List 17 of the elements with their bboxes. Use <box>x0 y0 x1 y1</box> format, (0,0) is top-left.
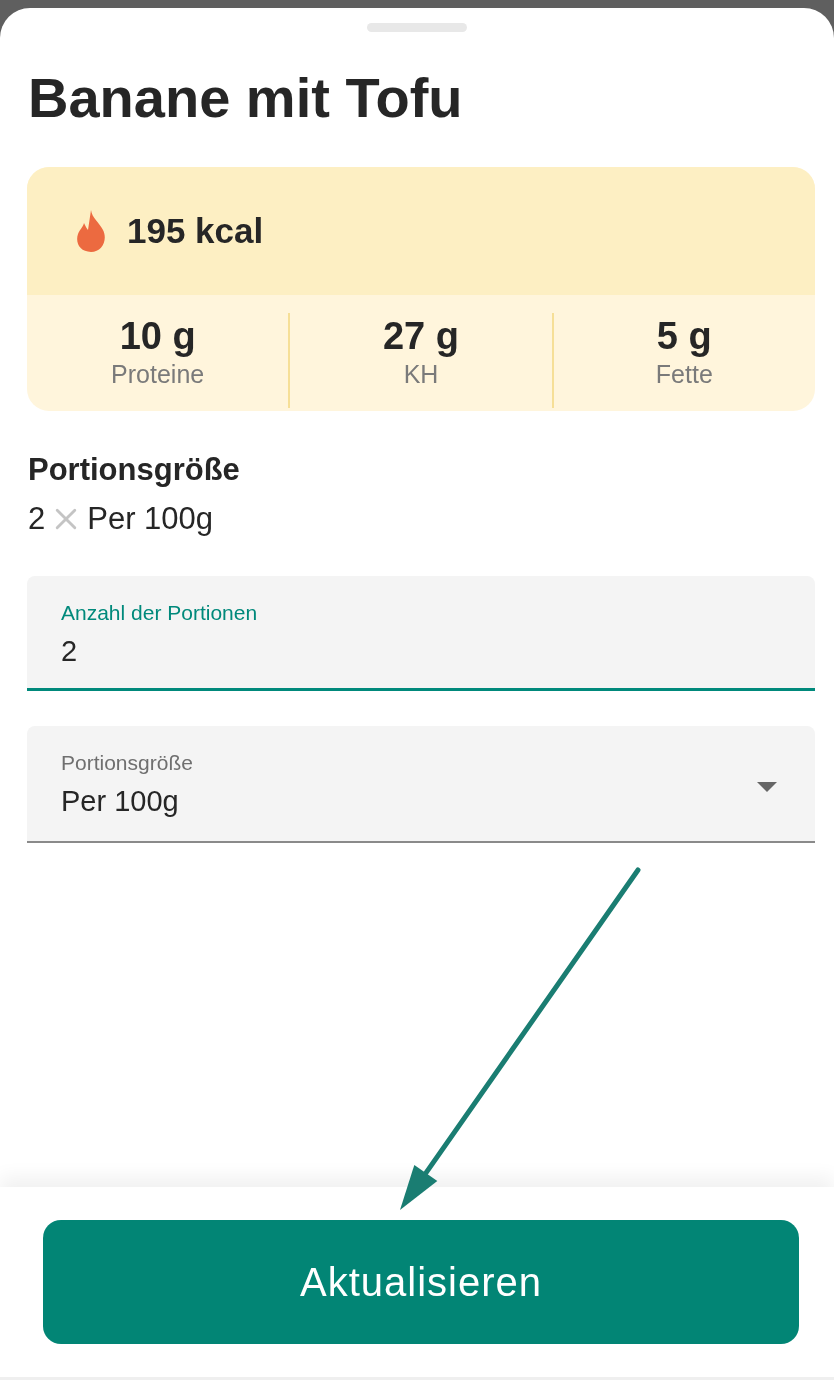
macro-label: Fette <box>655 359 713 389</box>
serving-heading: Portionsgröße <box>28 451 240 489</box>
flame-icon <box>75 210 107 252</box>
dropdown-field[interactable]: Portionsgröße Per 100g <box>27 726 815 843</box>
input-field[interactable]: Anzahl der Portionen 2 <box>27 576 815 691</box>
serving-count: 2 <box>28 500 46 538</box>
macro-label: KH <box>403 359 439 389</box>
serving-unit: Per 100g <box>87 500 214 538</box>
macro-value: 27 g <box>382 314 459 359</box>
macro-label: Proteine <box>111 359 205 389</box>
update-button[interactable]: Aktualisieren <box>43 1220 799 1344</box>
macro-value: 5 g <box>656 314 712 359</box>
multiply-icon <box>55 508 78 530</box>
recipe-title: Banane mit Tofu <box>28 66 463 130</box>
macro-value: 10 g <box>119 314 196 359</box>
caret-icon <box>757 782 777 792</box>
calories-value: 195 kcal <box>127 211 264 251</box>
